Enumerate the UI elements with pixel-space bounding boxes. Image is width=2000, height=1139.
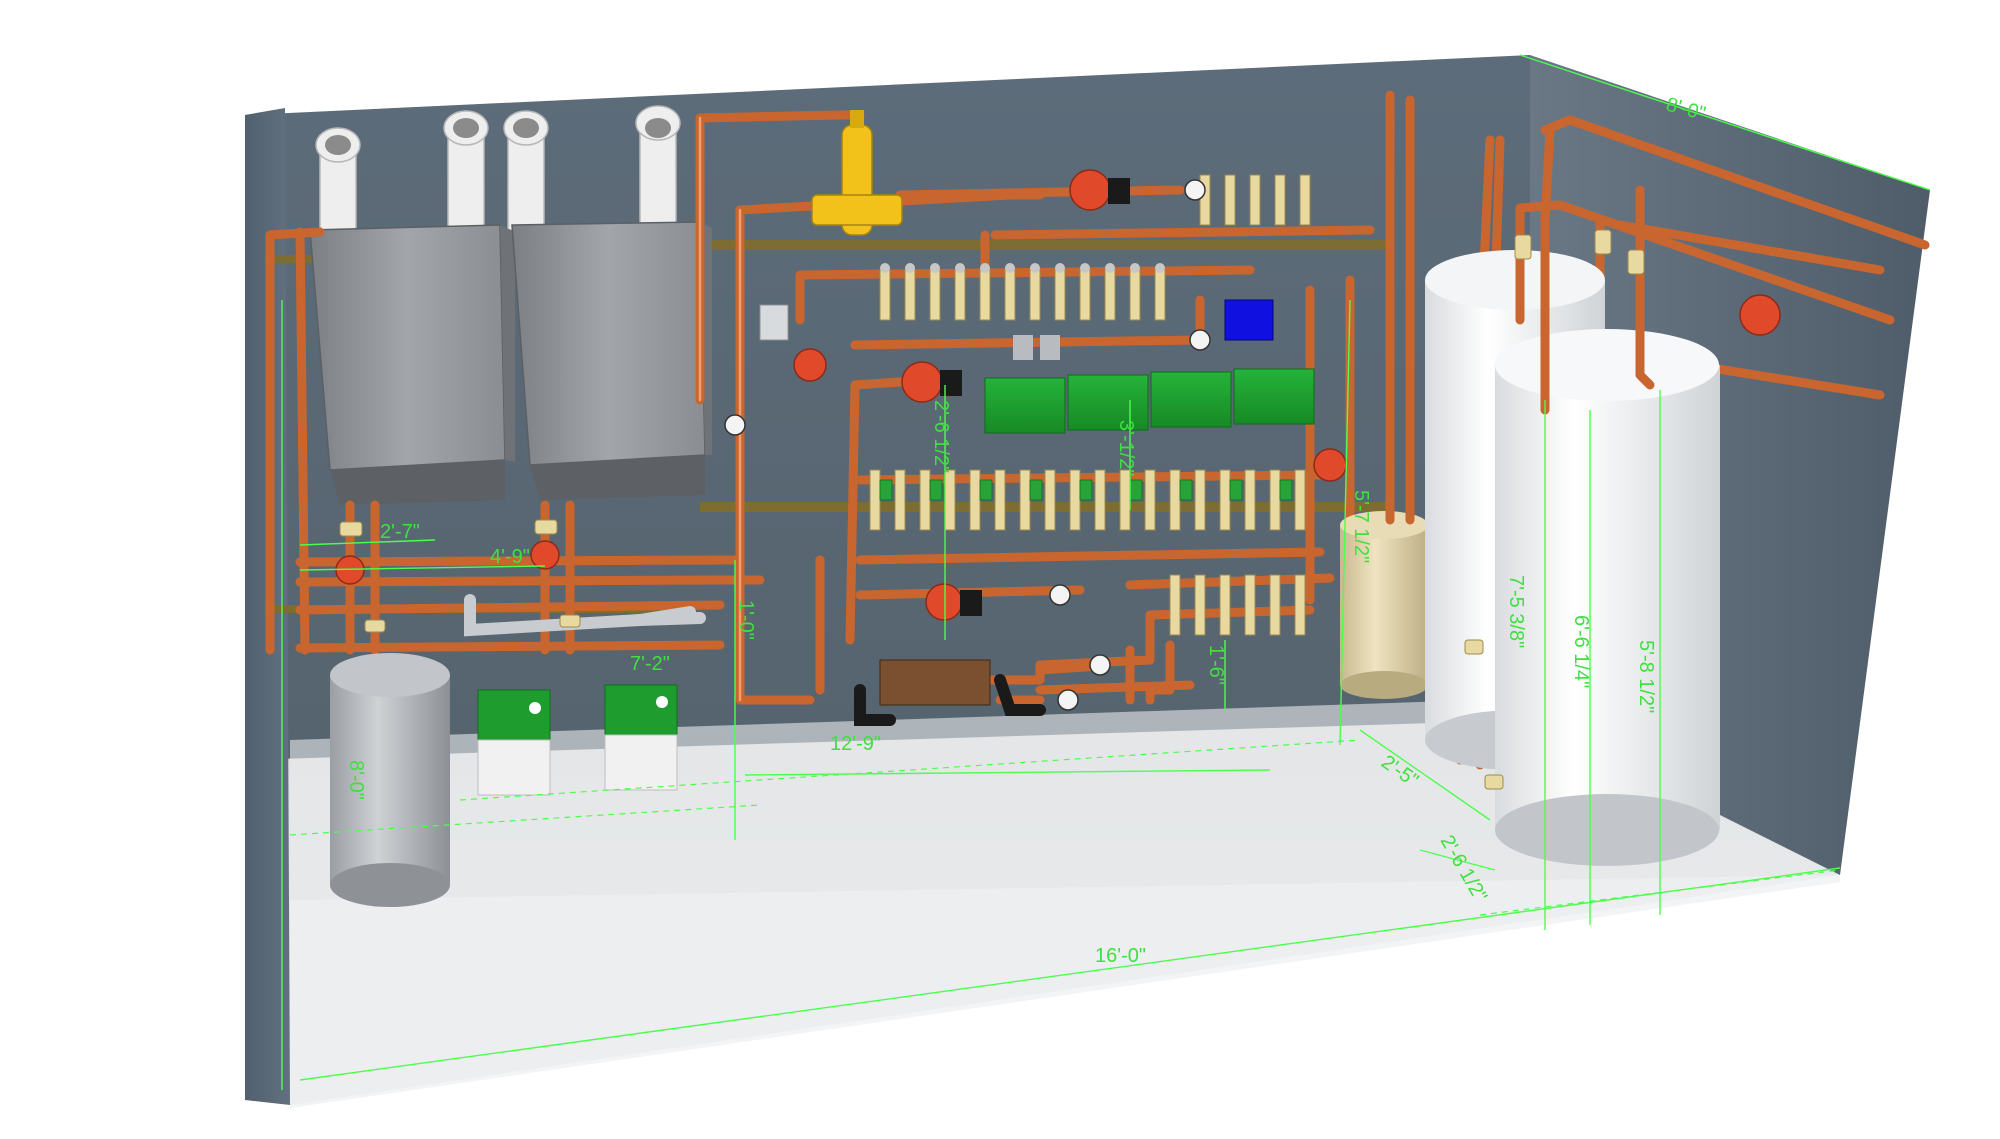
dim-expansion-height: 5'-7 1/2" — [1350, 490, 1372, 563]
dim-tank-height-c: 5'-8 1/2" — [1635, 640, 1657, 713]
dim-tank-height-a: 7'-5 3/8" — [1505, 575, 1527, 648]
dim-low-manifold: 1'-6" — [1205, 645, 1227, 685]
dim-tank-height-b: 6'-6 1/4" — [1570, 615, 1592, 688]
indirect-water-heater-front — [1495, 329, 1720, 866]
dim-panel-width: 12'-9" — [830, 733, 881, 755]
dim-manifold-height-a: 2'-6 1/2" — [930, 400, 952, 473]
dim-unit-height: 7'-2" — [630, 653, 670, 675]
mechanical-room-diagram: 16'-0" 8'-0" 8'-0" 2'-7" 4'-9" 7'-2" 1'-… — [245, 54, 1931, 1108]
boiler-right — [511, 221, 712, 500]
dim-room-height-left: 8'-0" — [345, 760, 367, 800]
dim-boiler-span: 4'-9" — [490, 546, 530, 568]
dim-boiler-spacing: 2'-7" — [380, 521, 420, 543]
dim-room-length: 16'-0" — [1095, 945, 1146, 967]
boiler-left — [309, 224, 515, 505]
dim-floor-to-manifold: 1'-0" — [735, 600, 757, 640]
dim-manifold-height-b: 3'-1/2" — [1115, 420, 1137, 477]
